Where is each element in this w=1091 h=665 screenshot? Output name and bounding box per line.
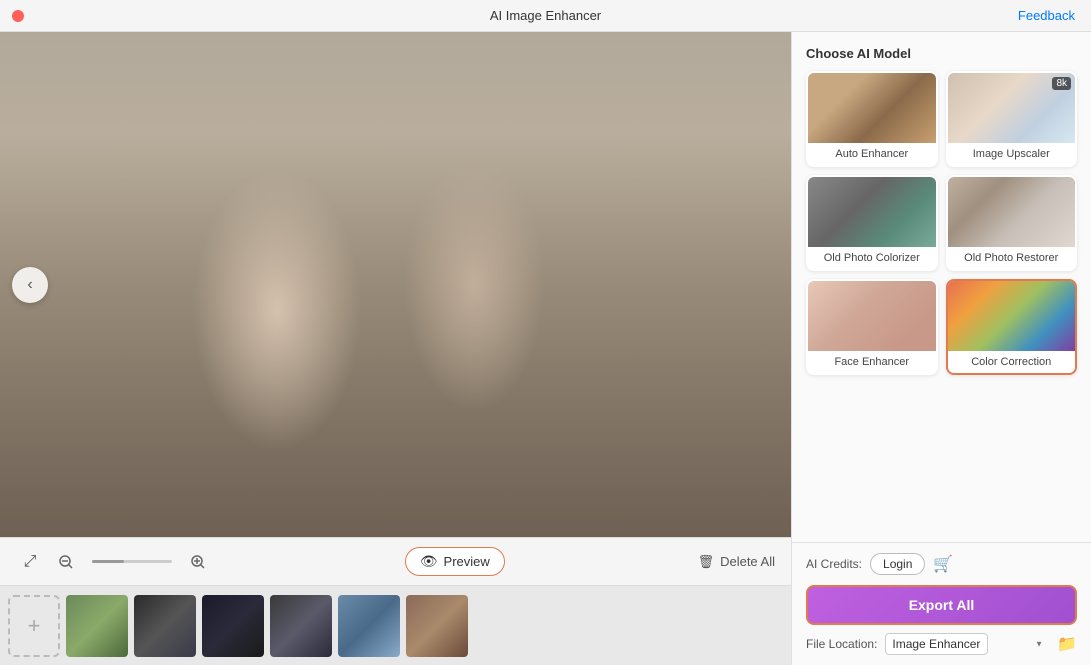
model-card-auto-enhancer[interactable]: Auto Enhancer xyxy=(806,71,938,167)
model-label-image-upscaler: Image Upscaler xyxy=(948,143,1076,165)
prev-arrow[interactable]: ‹ xyxy=(12,267,48,303)
thumbnail-image xyxy=(66,595,128,657)
preview-button[interactable]: 👁 Preview xyxy=(405,547,505,576)
plus-icon: + xyxy=(28,613,41,639)
crop-icon[interactable]: ⤢ xyxy=(16,548,44,576)
zoom-in-icon[interactable] xyxy=(184,548,212,576)
preview-label: Preview xyxy=(444,554,490,569)
window-controls xyxy=(12,10,24,22)
image-area: ‹ xyxy=(0,32,791,537)
trash-icon: 🗑 xyxy=(698,554,715,570)
model-card-image-upscaler[interactable]: Image Upscaler xyxy=(946,71,1078,167)
feedback-link[interactable]: Feedback xyxy=(1018,8,1075,23)
zoom-out-icon[interactable] xyxy=(52,548,80,576)
model-label-color-correction: Color Correction xyxy=(948,351,1076,373)
model-thumb-old-photo-restorer xyxy=(948,177,1076,247)
close-dot[interactable] xyxy=(12,10,24,22)
main-content: ‹ ⤢ xyxy=(0,32,1091,665)
model-label-auto-enhancer: Auto Enhancer xyxy=(808,143,936,165)
folder-icon[interactable]: 📁 xyxy=(1057,634,1077,654)
list-item[interactable] xyxy=(406,595,468,657)
toolbar-left: ⤢ xyxy=(16,548,212,576)
model-card-old-photo-restorer[interactable]: Old Photo Restorer xyxy=(946,175,1078,271)
model-label-old-photo-restorer: Old Photo Restorer xyxy=(948,247,1076,269)
ai-credits-row: AI Credits: Login 🛒 xyxy=(806,553,1077,575)
model-thumb-color-correction xyxy=(948,281,1076,351)
model-thumb-old-photo-colorizer xyxy=(808,177,936,247)
file-location-wrapper: Image Enhancer xyxy=(885,633,1049,655)
file-location-row: File Location: Image Enhancer 📁 xyxy=(806,633,1077,655)
model-scroll-area: Choose AI Model Auto Enhancer Image Upsca… xyxy=(792,32,1091,542)
file-location-label: File Location: xyxy=(806,637,877,651)
list-item[interactable] xyxy=(134,595,196,657)
thumbnail-image xyxy=(338,595,400,657)
model-label-old-photo-colorizer: Old Photo Colorizer xyxy=(808,247,936,269)
model-card-color-correction[interactable]: Color Correction xyxy=(946,279,1078,375)
section-title: Choose AI Model xyxy=(806,46,1077,61)
eye-icon: 👁 xyxy=(420,553,438,570)
right-bottom-panel: AI Credits: Login 🛒 Export All File Loca… xyxy=(792,542,1091,665)
login-button[interactable]: Login xyxy=(870,553,925,575)
thumbnail-image xyxy=(202,595,264,657)
delete-all-label: Delete All xyxy=(720,554,775,569)
model-thumb-auto-enhancer xyxy=(808,73,936,143)
model-grid: Auto Enhancer Image Upscaler Old Photo Col… xyxy=(806,71,1077,375)
list-item[interactable] xyxy=(202,595,264,657)
model-label-face-enhancer: Face Enhancer xyxy=(808,351,936,373)
filmstrip: + xyxy=(0,585,791,665)
thumbnail-image xyxy=(134,595,196,657)
thumbnail-image xyxy=(406,595,468,657)
list-item[interactable] xyxy=(338,595,400,657)
model-card-old-photo-colorizer[interactable]: Old Photo Colorizer xyxy=(806,175,938,271)
add-image-button[interactable]: + xyxy=(8,595,60,657)
image-toolbar: ⤢ xyxy=(0,537,791,585)
file-location-select[interactable]: Image Enhancer xyxy=(885,633,988,655)
app-title: AI Image Enhancer xyxy=(490,8,601,23)
image-overlay xyxy=(0,32,791,537)
model-thumb-image-upscaler xyxy=(948,73,1076,143)
thumbnail-image xyxy=(270,595,332,657)
list-item[interactable] xyxy=(66,595,128,657)
right-panel: Choose AI Model Auto Enhancer Image Upsca… xyxy=(791,32,1091,665)
model-thumb-face-enhancer xyxy=(808,281,936,351)
cart-icon[interactable]: 🛒 xyxy=(933,554,953,574)
title-bar: AI Image Enhancer Feedback xyxy=(0,0,1091,32)
delete-all-button[interactable]: 🗑 Delete All xyxy=(698,554,775,570)
export-all-button[interactable]: Export All xyxy=(806,585,1077,625)
list-item[interactable] xyxy=(270,595,332,657)
left-panel: ‹ ⤢ xyxy=(0,32,791,665)
ai-credits-label: AI Credits: xyxy=(806,557,862,571)
model-card-face-enhancer[interactable]: Face Enhancer xyxy=(806,279,938,375)
zoom-slider[interactable] xyxy=(92,560,172,563)
main-image xyxy=(0,32,791,537)
